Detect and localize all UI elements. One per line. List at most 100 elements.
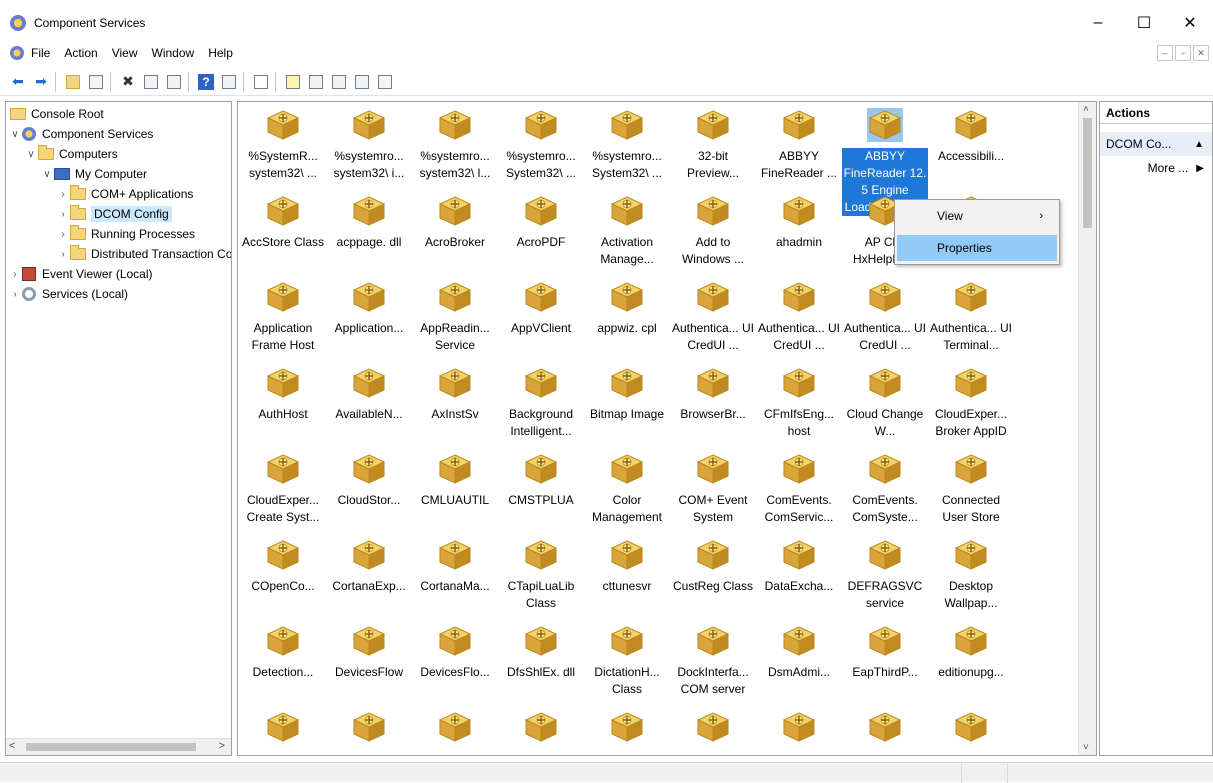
component-item[interactable]: CTapiLuaLib Class [498,538,584,612]
close-button[interactable]: ✕ [1167,6,1213,40]
menu-help[interactable]: Help [201,46,240,60]
delete-icon[interactable]: ✖ [118,72,138,92]
component-item[interactable] [326,710,412,750]
component-item[interactable]: AxInstSv [412,366,498,423]
component-item[interactable]: DataExcha... [756,538,842,595]
tree-item-console-root[interactable]: Console Root [10,104,104,124]
expand-arrow-icon[interactable]: ∨ [24,149,38,160]
component-item[interactable]: DictationH... Class [584,624,670,698]
expand-arrow-icon[interactable]: › [56,189,70,200]
tree-item-distributed-transaction[interactable]: › Distributed Transaction Coordinator [56,244,231,264]
component-item[interactable]: AvailableN... [326,366,412,423]
component-item[interactable]: %systemro... System32\ ... [584,108,670,182]
component-item[interactable]: Authentica... UI CredUI ... [756,280,842,354]
component-item[interactable] [756,710,842,750]
component-item[interactable]: cttunesvr [584,538,670,595]
component-item[interactable]: Application... [326,280,412,337]
component-item[interactable]: acppage. dll [326,194,412,251]
tree-item-running-processes[interactable]: › Running Processes [56,224,195,244]
component-item[interactable]: AppReadin... Service [412,280,498,354]
component-item[interactable] [412,710,498,750]
component-item[interactable] [240,710,326,750]
expand-arrow-icon[interactable]: ∨ [8,129,22,140]
properties-icon[interactable] [141,72,161,92]
refresh-icon[interactable] [164,72,184,92]
console-icon[interactable] [219,72,239,92]
component-item[interactable]: Authentica... UI CredUI ... [842,280,928,354]
component-item[interactable]: DockInterfa... COM server [670,624,756,698]
scroll-down-icon[interactable]: ˅ [1083,742,1089,753]
component-item[interactable]: CMSTPLUA [498,452,584,509]
component-item[interactable] [670,710,756,750]
component-item[interactable] [842,710,928,750]
back-icon[interactable]: ⬅ [8,72,28,92]
menu-action[interactable]: Action [57,46,104,60]
tree-item-com-applications[interactable]: › COM+ Applications [56,184,193,204]
up-folder-icon[interactable] [63,72,83,92]
status-view-icon[interactable] [375,72,395,92]
expand-arrow-icon[interactable]: › [56,209,70,220]
menu-file[interactable]: File [24,46,57,60]
component-item[interactable]: DfsShlEx. dll [498,624,584,681]
component-item[interactable]: CustReg Class [670,538,756,595]
component-item[interactable]: AppVClient [498,280,584,337]
mmc-icon[interactable] [10,46,24,60]
component-item[interactable] [498,710,584,750]
menu-view[interactable]: View [105,46,145,60]
component-item[interactable]: Detection... [240,624,326,681]
component-item[interactable]: COpenCo... [240,538,326,595]
mdi-minimize-button[interactable]: – [1157,45,1173,61]
tree-item-my-computer[interactable]: ∨ My Computer [40,164,147,184]
component-item[interactable] [584,710,670,750]
component-item[interactable]: AccStore Class [240,194,326,251]
component-item[interactable]: COM+ Event System [670,452,756,526]
component-item[interactable]: Desktop Wallpap... [928,538,1014,612]
component-item[interactable]: AuthHost [240,366,326,423]
component-item[interactable]: Application Frame Host [240,280,326,354]
expand-arrow-icon[interactable]: ∨ [40,169,54,180]
component-item[interactable]: %systemro... system32\ i... [326,108,412,182]
component-item[interactable]: Add to Windows ... [670,194,756,268]
expand-arrow-icon[interactable]: › [8,269,22,280]
actions-section-dcom-config[interactable]: DCOM Co... ▲ [1100,132,1212,156]
maximize-button[interactable]: ☐ [1121,6,1167,40]
scroll-left-icon[interactable]: < [9,740,15,752]
tree-horizontal-scrollbar[interactable]: < > [6,738,231,755]
component-item[interactable]: CloudExper... Create Syst... [240,452,326,526]
component-item[interactable]: DEFRAGSVC service [842,538,928,612]
component-item[interactable]: Connected User Store [928,452,1014,526]
component-item[interactable]: CFmIfsEng... host [756,366,842,440]
expand-arrow-icon[interactable]: › [56,249,70,260]
component-item[interactable]: ahadmin [756,194,842,251]
component-item[interactable]: Color Management [584,452,670,526]
list-view-icon[interactable] [329,72,349,92]
scroll-right-icon[interactable]: > [219,740,225,752]
component-item[interactable]: Background Intelligent... [498,366,584,440]
tree-item-event-viewer[interactable]: › Event Viewer (Local) [8,264,153,284]
component-item[interactable]: CloudExper... Broker AppID [928,366,1014,440]
component-item[interactable]: DsmAdmi... [756,624,842,681]
component-item[interactable]: BrowserBr... [670,366,756,423]
tree-item-services[interactable]: › Services (Local) [8,284,128,304]
component-item[interactable]: Authentica... UI CredUI ... [670,280,756,354]
scroll-thumb[interactable] [1083,118,1092,228]
component-item[interactable] [928,710,1014,750]
component-item[interactable]: DevicesFlo... [412,624,498,681]
component-item[interactable]: CortanaMa... [412,538,498,595]
component-item[interactable]: CloudStor... [326,452,412,509]
component-item[interactable]: CortanaExp... [326,538,412,595]
collapse-arrow-icon[interactable]: ▲ [1194,139,1204,150]
component-item[interactable]: %SystemR... system32\ ... [240,108,326,182]
mdi-close-button[interactable]: ✕ [1193,45,1209,61]
menu-window[interactable]: Window [145,46,202,60]
scroll-thumb[interactable] [26,743,196,751]
tree-item-computers[interactable]: ∨ Computers [24,144,118,164]
help-icon[interactable]: ? [196,72,216,92]
component-item[interactable]: %systemro... System32\ ... [498,108,584,182]
component-item[interactable]: CMLUAUTIL [412,452,498,509]
component-item[interactable]: EapThirdP... [842,624,928,681]
mdi-restore-button[interactable]: ▫ [1175,45,1191,61]
component-item[interactable]: appwiz. cpl [584,280,670,337]
expand-arrow-icon[interactable]: › [8,289,22,300]
small-icons-view-icon[interactable] [306,72,326,92]
